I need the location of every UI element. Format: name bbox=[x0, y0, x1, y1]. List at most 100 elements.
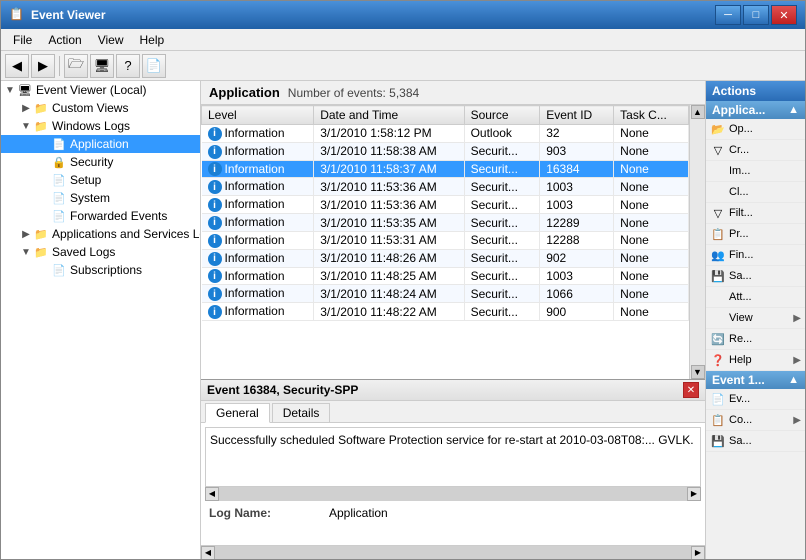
events-table: Level Date and Time Source Event ID Task… bbox=[201, 105, 689, 321]
detail-header: Event 16384, Security-SPP ✕ bbox=[201, 380, 705, 401]
folder-icon: 📁 bbox=[33, 118, 49, 134]
menu-file[interactable]: File bbox=[5, 31, 40, 49]
table-row[interactable]: iInformation3/1/2010 11:48:22 AMSecurit.… bbox=[202, 303, 689, 321]
action-create[interactable]: ▽ Cr... bbox=[706, 140, 805, 161]
action-find[interactable]: 👥 Fin... bbox=[706, 245, 805, 266]
tree-item-winlogs[interactable]: ▼ 📁 Windows Logs bbox=[1, 117, 200, 135]
event-task: None bbox=[614, 303, 689, 321]
event-task: None bbox=[614, 285, 689, 303]
folder-icon: 📁 bbox=[33, 226, 49, 242]
scroll-down-button[interactable]: ▼ bbox=[691, 365, 705, 379]
action-open[interactable]: 📂 Op... bbox=[706, 119, 805, 140]
event-id: 12289 bbox=[540, 214, 614, 232]
table-row[interactable]: iInformation3/1/2010 1:58:12 PMOutlook32… bbox=[202, 125, 689, 143]
tree-item-custom[interactable]: ▶ 📁 Custom Views bbox=[1, 99, 200, 117]
actions-section-1: Applica... ▲ 📂 Op... ▽ Cr... Im... bbox=[706, 101, 805, 371]
section2-collapse-icon[interactable]: ▲ bbox=[788, 374, 799, 386]
tab-general[interactable]: General bbox=[205, 403, 270, 423]
event-source: Securit... bbox=[464, 267, 540, 285]
detail-content: Successfully scheduled Software Protecti… bbox=[201, 423, 705, 545]
event-id: 1003 bbox=[540, 267, 614, 285]
action-save[interactable]: 💾 Sa... bbox=[706, 266, 805, 287]
section-collapse-icon[interactable]: ▲ bbox=[788, 104, 799, 116]
col-eventid[interactable]: Event ID bbox=[540, 106, 614, 125]
action-view[interactable]: View ▶ bbox=[706, 308, 805, 329]
menu-action[interactable]: Action bbox=[40, 31, 89, 49]
tree-item-system[interactable]: 📄 System bbox=[1, 189, 200, 207]
action-clear[interactable]: Cl... bbox=[706, 182, 805, 203]
tree-item-setup[interactable]: 📄 Setup bbox=[1, 171, 200, 189]
action-label: Cr... bbox=[729, 144, 749, 156]
window-controls: ─ □ ✕ bbox=[715, 5, 797, 25]
table-row[interactable]: iInformation3/1/2010 11:53:31 AMSecurit.… bbox=[202, 231, 689, 249]
scroll-up-button[interactable]: ▲ bbox=[691, 105, 705, 119]
table-row[interactable]: iInformation3/1/2010 11:48:25 AMSecurit.… bbox=[202, 267, 689, 285]
events-table-scroll[interactable]: Level Date and Time Source Event ID Task… bbox=[201, 105, 689, 379]
tree-item-subscriptions[interactable]: 📄 Subscriptions bbox=[1, 261, 200, 279]
event-source: Securit... bbox=[464, 160, 540, 178]
table-row[interactable]: iInformation3/1/2010 11:53:36 AMSecurit.… bbox=[202, 178, 689, 196]
action-copy[interactable]: 📋 Co... ▶ bbox=[706, 410, 805, 431]
events-count: Number of events: 5,384 bbox=[288, 86, 419, 100]
forward-button[interactable]: ▶ bbox=[31, 54, 55, 78]
table-row[interactable]: iInformation3/1/2010 11:53:36 AMSecurit.… bbox=[202, 196, 689, 214]
info-icon: i bbox=[208, 162, 222, 176]
col-source[interactable]: Source bbox=[464, 106, 540, 125]
minimize-button[interactable]: ─ bbox=[715, 5, 741, 25]
maximize-button[interactable]: □ bbox=[743, 5, 769, 25]
action-save-event[interactable]: 💾 Sa... bbox=[706, 431, 805, 452]
tree-item-application[interactable]: 📄 Application bbox=[1, 135, 200, 153]
view-icon bbox=[710, 310, 726, 326]
col-datetime[interactable]: Date and Time bbox=[314, 106, 464, 125]
col-level[interactable]: Level bbox=[202, 106, 314, 125]
hscroll-left-button[interactable]: ◀ bbox=[205, 487, 219, 501]
close-button[interactable]: ✕ bbox=[771, 5, 797, 25]
action-refresh[interactable]: 🔄 Re... bbox=[706, 329, 805, 350]
event-source: Outlook bbox=[464, 125, 540, 143]
tree-label: Event Viewer (Local) bbox=[36, 83, 147, 97]
action-import[interactable]: Im... bbox=[706, 161, 805, 182]
bottom-scrollbar[interactable]: ◀ ▶ bbox=[201, 545, 705, 559]
action-properties[interactable]: 📋 Pr... bbox=[706, 224, 805, 245]
table-row[interactable]: iInformation3/1/2010 11:58:37 AMSecurit.… bbox=[202, 160, 689, 178]
hscroll-left-btn2[interactable]: ◀ bbox=[201, 546, 215, 560]
actions-section-title: Applica... bbox=[712, 103, 765, 117]
help-button[interactable]: ? bbox=[116, 54, 140, 78]
action-label: Co... bbox=[729, 414, 752, 426]
filter-icon: ▽ bbox=[710, 142, 726, 158]
vertical-scrollbar[interactable]: ▲ ▼ bbox=[689, 105, 705, 379]
table-row[interactable]: iInformation3/1/2010 11:58:38 AMSecurit.… bbox=[202, 142, 689, 160]
tab-details[interactable]: Details bbox=[272, 403, 331, 422]
action-help[interactable]: ❓ Help ▶ bbox=[706, 350, 805, 371]
toggle-icon: ▼ bbox=[19, 121, 33, 132]
event-task: None bbox=[614, 196, 689, 214]
event-level: iInformation bbox=[202, 160, 314, 178]
menu-help[interactable]: Help bbox=[132, 31, 173, 49]
action-filter[interactable]: ▽ Filt... bbox=[706, 203, 805, 224]
properties-button[interactable]: 📄 bbox=[142, 54, 166, 78]
events-title: Application bbox=[209, 85, 280, 100]
action-label: Cl... bbox=[729, 186, 749, 198]
events-table-container[interactable]: Level Date and Time Source Event ID Task… bbox=[201, 105, 705, 379]
table-row[interactable]: iInformation3/1/2010 11:53:35 AMSecurit.… bbox=[202, 214, 689, 232]
menu-view[interactable]: View bbox=[90, 31, 132, 49]
info-icon: i bbox=[208, 287, 222, 301]
tree-item-security[interactable]: 🔒 Security bbox=[1, 153, 200, 171]
computer-button[interactable]: 🖥 bbox=[90, 54, 114, 78]
refresh-button[interactable]: 🗁 bbox=[64, 54, 88, 78]
hscroll-right-btn2[interactable]: ▶ bbox=[691, 546, 705, 560]
detail-hscrollbar[interactable]: ◀ ▶ bbox=[205, 487, 701, 501]
table-row[interactable]: iInformation3/1/2010 11:48:26 AMSecurit.… bbox=[202, 249, 689, 267]
tree-item-forwarded[interactable]: 📄 Forwarded Events bbox=[1, 207, 200, 225]
tree-item-savedlogs[interactable]: ▼ 📁 Saved Logs bbox=[1, 243, 200, 261]
hscroll-right-button[interactable]: ▶ bbox=[687, 487, 701, 501]
tree-item-appservices[interactable]: ▶ 📁 Applications and Services Lo bbox=[1, 225, 200, 243]
detail-log-info: Log Name: Application bbox=[205, 505, 701, 521]
action-event-view[interactable]: 📄 Ev... bbox=[706, 389, 805, 410]
tree-item-root[interactable]: ▼ 🖥 Event Viewer (Local) bbox=[1, 81, 200, 99]
table-row[interactable]: iInformation3/1/2010 11:48:24 AMSecurit.… bbox=[202, 285, 689, 303]
detail-close-button[interactable]: ✕ bbox=[683, 382, 699, 398]
back-button[interactable]: ◀ bbox=[5, 54, 29, 78]
col-task[interactable]: Task C... bbox=[614, 106, 689, 125]
action-attach[interactable]: Att... bbox=[706, 287, 805, 308]
